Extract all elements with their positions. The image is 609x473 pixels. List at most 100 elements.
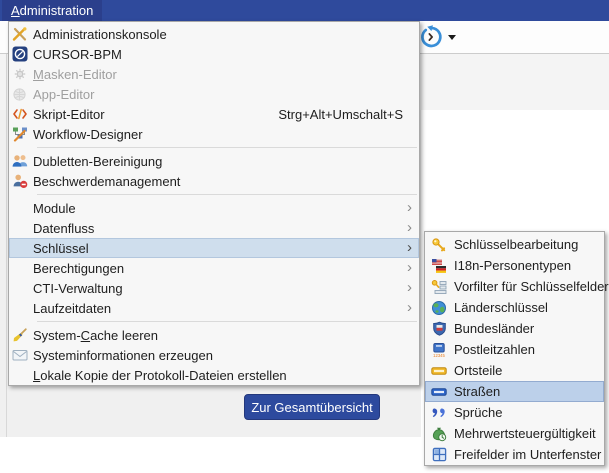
submenu-item-bundeslaender[interactable]: Bundesländer — [425, 318, 604, 339]
menu-item-workflow-designer[interactable]: Workflow-Designer — [9, 124, 419, 144]
submenu-item-freifelder[interactable]: Freifelder im Unterfenster — [425, 444, 604, 465]
menu-item-label: Berechtigungen — [33, 261, 124, 276]
no-icon — [11, 240, 28, 256]
window-grid-icon — [430, 447, 448, 463]
no-icon — [11, 260, 28, 276]
menu-item-schluessel[interactable]: Schlüssel › — [9, 238, 419, 258]
menu-item-label: Workflow-Designer — [33, 127, 143, 142]
menu-item-lokale-kopie-protokoll[interactable]: Lokale Kopie der Protokoll-Dateien erste… — [9, 365, 419, 385]
gear-icon — [11, 66, 28, 82]
menu-item-label: CURSOR-BPM — [33, 47, 122, 62]
menu-item-masken-editor[interactable]: Masken-Editor — [9, 64, 419, 84]
quotes-icon — [430, 405, 448, 421]
dropdown-caret-icon[interactable] — [448, 35, 456, 44]
menu-item-datenfluss[interactable]: Datenfluss › — [9, 218, 419, 238]
postbox-icon: 12345 — [430, 342, 448, 358]
two-persons-icon — [11, 153, 28, 169]
workflow-pencil-icon — [11, 126, 28, 142]
menu-item-administrationskonsole[interactable]: Administrationskonsole — [9, 24, 419, 44]
menu-item-module[interactable]: Module › — [9, 198, 419, 218]
submenu-item-mehrwertsteuer[interactable]: Mehrwertsteuergültigkeit — [425, 423, 604, 444]
bpm-icon — [11, 46, 28, 62]
tools-icon — [11, 26, 28, 42]
broom-icon — [11, 327, 28, 343]
submenu-item-schluesselbearbeitung[interactable]: Schlüsselbearbeitung — [425, 234, 604, 255]
menu-separator — [37, 147, 417, 148]
panel-divider — [6, 54, 7, 437]
menu-item-dubletten-bereinigung[interactable]: Dubletten-Bereinigung — [9, 151, 419, 171]
envelope-icon — [11, 347, 28, 363]
submenu-item-label: Bundesländer — [454, 321, 534, 336]
chevron-right-icon: › — [407, 203, 415, 213]
menubar: Administration — [0, 0, 609, 21]
menu-item-label: Masken-Editor — [33, 67, 117, 82]
moneybag-clock-icon — [430, 426, 448, 442]
no-icon — [11, 220, 28, 236]
app-grid-icon — [11, 86, 28, 102]
submenu-item-postleitzahlen[interactable]: 12345 Postleitzahlen — [425, 339, 604, 360]
key-icon — [430, 237, 448, 253]
menu-item-app-editor[interactable]: App-Editor — [9, 84, 419, 104]
submenu-item-ortsteile[interactable]: Ortsteile — [425, 360, 604, 381]
menu-item-label: Schlüssel — [33, 241, 89, 256]
application-window: Administration Zur Gesamtübersicht Admin… — [0, 0, 609, 473]
flags-icon — [430, 258, 448, 274]
no-icon — [11, 300, 28, 316]
chevron-right-icon: › — [407, 223, 415, 233]
sign-blue-icon — [430, 384, 448, 400]
menubar-item-administration[interactable]: Administration — [2, 0, 102, 21]
menu-item-skript-editor[interactable]: Skript-Editor Strg+Alt+Umschalt+S — [9, 104, 419, 124]
submenu-item-sprueche[interactable]: Sprüche — [425, 402, 604, 423]
menu-item-label: Skript-Editor — [33, 107, 105, 122]
no-icon — [11, 367, 28, 383]
chevron-right-icon: › — [407, 303, 415, 313]
submenu-item-label: Mehrwertsteuergültigkeit — [454, 426, 596, 441]
menu-item-label: Beschwerdemanagement — [33, 174, 180, 189]
submenu-item-i18n-personentypen[interactable]: I18n-Personentypen — [425, 255, 604, 276]
menu-item-berechtigungen[interactable]: Berechtigungen › — [9, 258, 419, 278]
menu-item-label: Laufzeitdaten — [33, 301, 111, 316]
menu-item-cti-verwaltung[interactable]: CTI-Verwaltung › — [9, 278, 419, 298]
submenu-item-label: Freifelder im Unterfenster — [454, 447, 601, 462]
submenu-item-label: Vorfilter für Schlüsselfelder — [454, 279, 609, 294]
submenu-item-label: I18n-Personentypen — [454, 258, 571, 273]
submenu-item-label: Straßen — [454, 384, 500, 399]
submenu-item-label: Postleitzahlen — [454, 342, 535, 357]
menu-separator — [37, 321, 417, 322]
menu-item-system-cache-leeren[interactable]: System-Cache leeren — [9, 325, 419, 345]
menu-item-cursor-bpm[interactable]: CURSOR-BPM — [9, 44, 419, 64]
submenu-item-label: Länderschlüssel — [454, 300, 548, 315]
menu-item-systeminformationen[interactable]: Systeminformationen erzeugen — [9, 345, 419, 365]
sign-gold-icon — [430, 363, 448, 379]
submenu-item-label: Sprüche — [454, 405, 502, 420]
menu-item-label: Lokale Kopie der Protokoll-Dateien erste… — [33, 368, 287, 383]
refresh-icon[interactable] — [419, 25, 443, 49]
key-list-icon — [430, 279, 448, 295]
submenu-item-label: Ortsteile — [454, 363, 502, 378]
menu-separator — [37, 194, 417, 195]
menu-item-beschwerdemanagement[interactable]: Beschwerdemanagement — [9, 171, 419, 191]
menu-item-shortcut: Strg+Alt+Umschalt+S — [278, 107, 415, 122]
menu-item-label: Datenfluss — [33, 221, 94, 236]
chevron-right-icon: › — [407, 283, 415, 293]
menu-item-laufzeitdaten[interactable]: Laufzeitdaten › — [9, 298, 419, 318]
submenu-item-laenderschluessel[interactable]: Länderschlüssel — [425, 297, 604, 318]
submenu-item-vorfilter[interactable]: Vorfilter für Schlüsselfelder — [425, 276, 604, 297]
menu-item-label: Administrationskonsole — [33, 27, 167, 42]
menu-item-label: Systeminformationen erzeugen — [33, 348, 213, 363]
administration-menu: Administrationskonsole CURSOR-BPM M — [8, 21, 420, 386]
chevron-right-icon: › — [407, 263, 415, 273]
submenu-item-strassen[interactable]: Straßen — [425, 381, 604, 402]
menu-item-label: System-Cache leeren — [33, 328, 158, 343]
code-icon — [11, 106, 28, 122]
no-icon — [11, 200, 28, 216]
overview-button[interactable]: Zur Gesamtübersicht — [244, 394, 380, 420]
person-minus-icon — [11, 173, 28, 189]
globe-icon — [430, 300, 448, 316]
svg-text:12345: 12345 — [433, 353, 445, 358]
menu-item-label: App-Editor — [33, 87, 94, 102]
menu-item-label: CTI-Verwaltung — [33, 281, 123, 296]
shield-icon — [430, 321, 448, 337]
submenu-item-label: Schlüsselbearbeitung — [454, 237, 578, 252]
menu-item-label: Module — [33, 201, 76, 216]
